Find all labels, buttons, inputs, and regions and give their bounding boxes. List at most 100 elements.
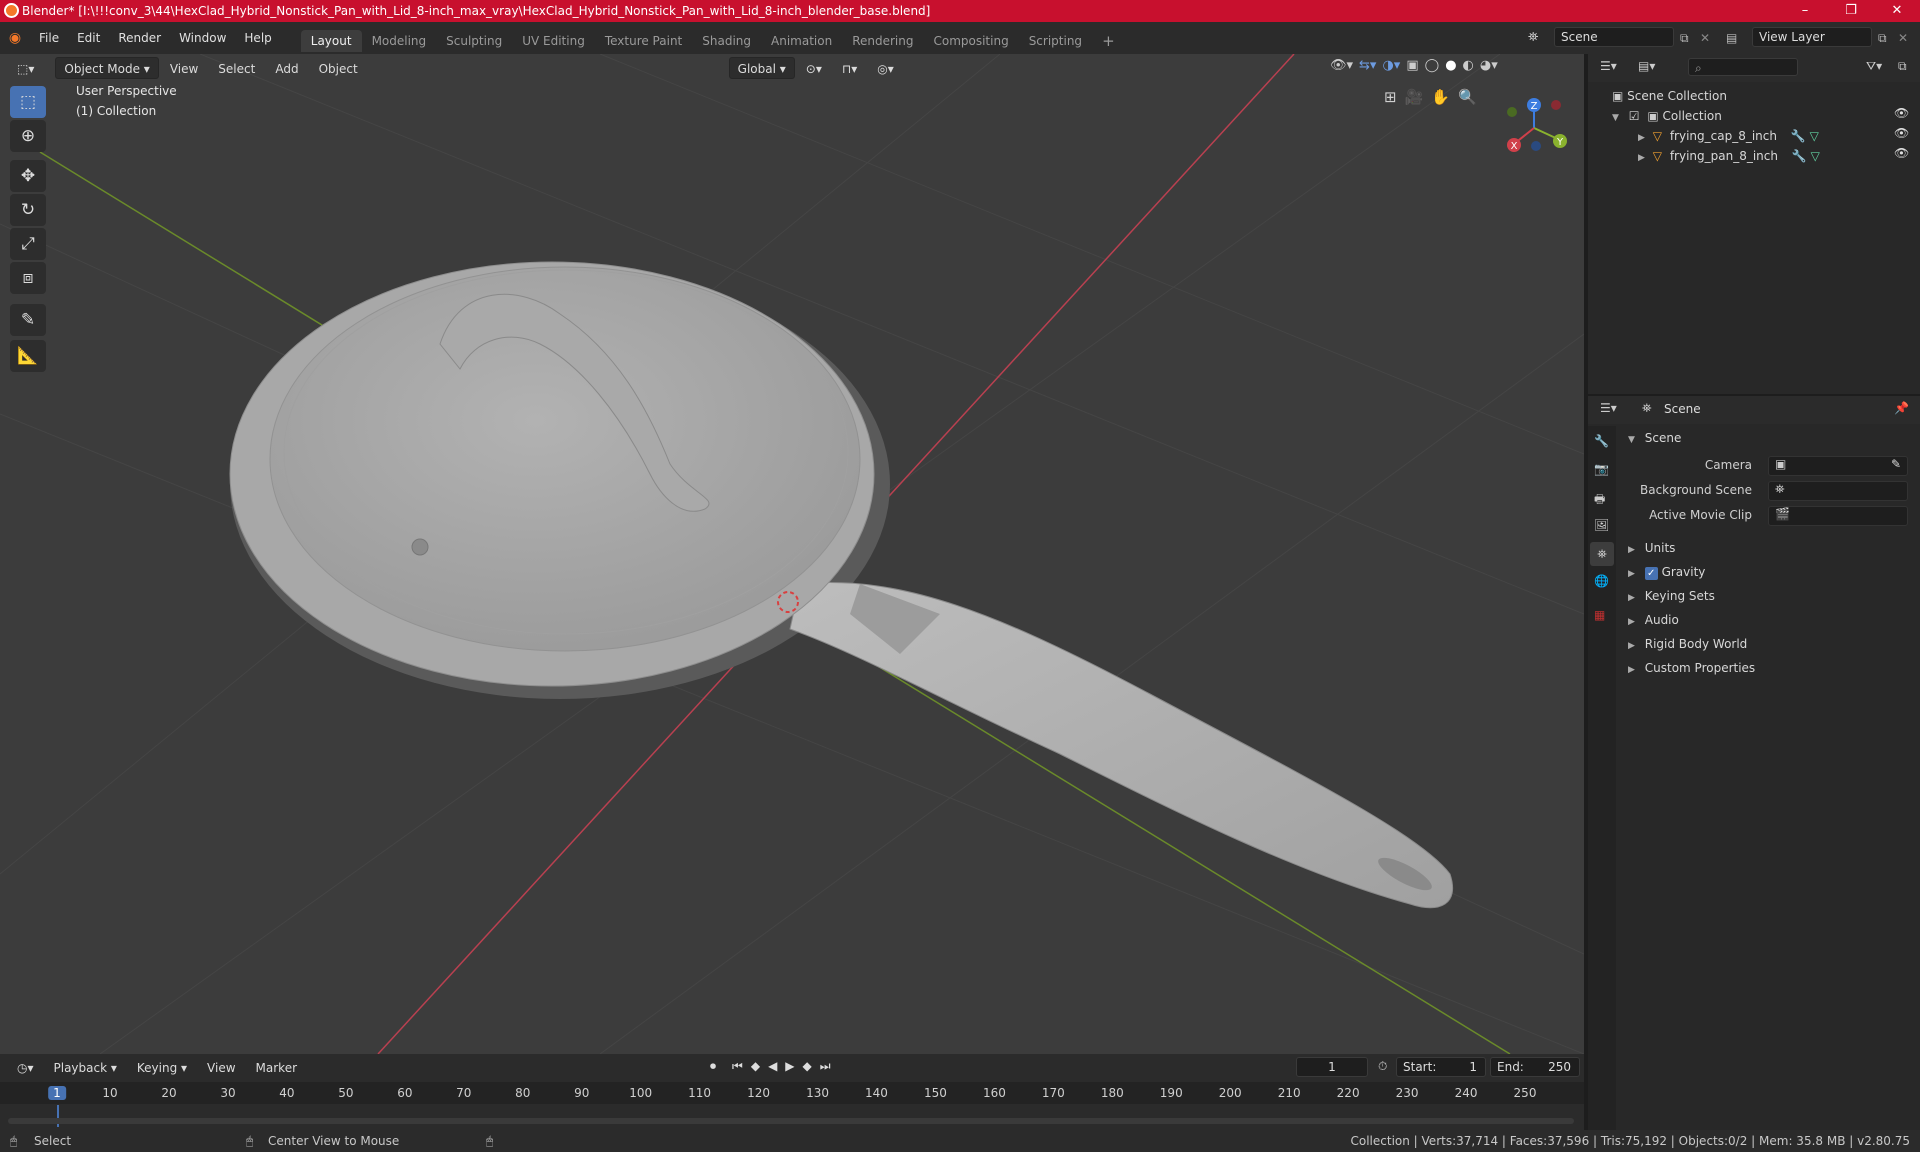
measure-tool[interactable]: 📐 xyxy=(10,340,46,372)
axis-gizmo[interactable]: Z Y X xyxy=(1498,92,1570,162)
scene-panel-header[interactable]: ▼ Scene xyxy=(1628,428,1681,448)
rendered-shading-icon[interactable]: ◕▾ xyxy=(1480,58,1498,80)
output-tab-icon[interactable]: 🖶 xyxy=(1594,490,1605,511)
wireframe-shading-icon[interactable]: ◯ xyxy=(1425,58,1440,80)
jump-start-button[interactable]: ⏮ xyxy=(732,1059,743,1074)
camera-view-icon[interactable]: 🎥 xyxy=(1405,88,1424,106)
proportional-edit-icon[interactable]: ◎▾ xyxy=(868,57,903,79)
transform-tool[interactable]: ⧈ xyxy=(10,262,46,294)
display-mode-icon[interactable]: ▤▾ xyxy=(1638,59,1655,73)
select-box-tool[interactable]: ⬚ xyxy=(10,86,46,118)
outliner-editor-type-icon[interactable]: ☰▾ xyxy=(1600,59,1617,73)
menu-window[interactable]: Window xyxy=(170,22,235,54)
menu-help[interactable]: Help xyxy=(235,22,280,54)
add-workspace-button[interactable]: + xyxy=(1092,30,1125,52)
new-view-layer-icon[interactable]: ⧉ xyxy=(1878,27,1887,49)
clock-icon[interactable]: ⏱ xyxy=(1378,1059,1387,1074)
xray-icon[interactable]: ▣ xyxy=(1406,58,1418,80)
editor-type-icon[interactable]: ⬚▾ xyxy=(8,57,43,79)
cursor-tool[interactable]: ⊕ xyxy=(10,120,46,152)
visibility-icon[interactable]: 👁▾ xyxy=(1330,58,1353,80)
jump-end-button[interactable]: ⏭ xyxy=(820,1059,831,1074)
menu-select[interactable]: Select xyxy=(209,57,264,79)
eyedropper-icon[interactable]: ✎ xyxy=(1891,457,1901,471)
units-panel[interactable]: ▶ Units xyxy=(1628,538,1675,558)
material-shading-icon[interactable]: ◐ xyxy=(1463,58,1474,80)
gravity-checkbox[interactable]: ✓ xyxy=(1644,567,1658,580)
mesh-data-icon[interactable]: ▽ xyxy=(1810,129,1819,143)
tab-sculpting[interactable]: Sculpting xyxy=(436,30,512,52)
menu-edit[interactable]: Edit xyxy=(68,22,109,54)
delete-scene-icon[interactable]: ✕ xyxy=(1700,27,1710,49)
minimize-button[interactable]: – xyxy=(1782,0,1828,22)
rigid-body-world-panel[interactable]: ▶ Rigid Body World xyxy=(1628,634,1747,654)
close-button[interactable]: ✕ xyxy=(1874,0,1920,22)
render-tab-icon[interactable]: 📷 xyxy=(1594,462,1609,476)
solid-shading-icon[interactable]: ● xyxy=(1445,58,1456,80)
gravity-panel[interactable]: ▶ ✓ Gravity xyxy=(1628,562,1705,582)
gizmo-toggle-icon[interactable]: ⇆▾ xyxy=(1359,58,1376,80)
collection-checkbox-icon[interactable]: ☑ xyxy=(1629,109,1640,123)
3d-viewport[interactable] xyxy=(0,54,1584,1054)
world-tab-icon[interactable]: 🌐 xyxy=(1594,574,1609,588)
timeline-view-menu[interactable]: View xyxy=(198,1056,244,1078)
prev-keyframe-button[interactable]: ◆ xyxy=(751,1059,760,1074)
filter-icon[interactable]: ⛛▾ xyxy=(1866,59,1882,74)
tab-texture-paint[interactable]: Texture Paint xyxy=(595,30,692,52)
scene-selector-icon[interactable]: ⛯ xyxy=(1528,27,1550,49)
tab-animation[interactable]: Animation xyxy=(761,30,842,52)
outliner-search-input[interactable]: ⌕ xyxy=(1688,58,1798,76)
custom-properties-panel[interactable]: ▶ Custom Properties xyxy=(1628,658,1755,678)
view-layer-field[interactable]: View Layer xyxy=(1752,27,1872,47)
tab-shading[interactable]: Shading xyxy=(692,30,761,52)
eye-icon[interactable]: 👁 xyxy=(1894,146,1909,160)
tool-tab-icon[interactable]: 🔧 xyxy=(1594,434,1609,448)
keying-sets-panel[interactable]: ▶ Keying Sets xyxy=(1628,586,1715,606)
tab-layout[interactable]: Layout xyxy=(300,30,362,52)
new-collection-icon[interactable]: ⧉ xyxy=(1898,59,1907,74)
pin-icon[interactable]: 📌 xyxy=(1894,401,1909,415)
modifier-icon[interactable]: 🔧 xyxy=(1791,129,1806,143)
properties-editor-type-icon[interactable]: ☰▾ xyxy=(1600,401,1617,415)
mesh-data-icon[interactable]: ▽ xyxy=(1811,149,1820,163)
view-layer-tab-icon[interactable]: 🖼 xyxy=(1594,518,1609,532)
tab-compositing[interactable]: Compositing xyxy=(923,30,1018,52)
texture-tab-icon[interactable]: ▦ xyxy=(1594,608,1605,622)
record-button[interactable]: ⏺ xyxy=(710,1059,716,1074)
scene-name-field[interactable]: Scene xyxy=(1554,27,1674,47)
tab-uv-editing[interactable]: UV Editing xyxy=(512,30,595,52)
playback-menu[interactable]: Playback ▾ xyxy=(45,1056,126,1078)
grid-view-icon[interactable]: ⊞ xyxy=(1384,88,1397,106)
eye-icon[interactable]: 👁 xyxy=(1894,126,1909,140)
menu-object[interactable]: Object xyxy=(310,57,367,79)
scale-tool[interactable]: ⤢ xyxy=(10,228,46,260)
object-mode-dropdown[interactable]: Object Mode ▾ xyxy=(55,57,159,79)
outliner-object-row[interactable]: ▶ ▽ frying_cap_8_inch 🔧 ▽ xyxy=(1638,126,1819,146)
modifier-icon[interactable]: 🔧 xyxy=(1792,149,1807,163)
overlay-toggle-icon[interactable]: ◑▾ xyxy=(1382,58,1400,80)
expand-arrow-icon[interactable]: ▶ xyxy=(1638,153,1645,163)
transform-orientation-dropdown[interactable]: Global ▾ xyxy=(728,57,795,79)
timeline-scrollbar[interactable] xyxy=(8,1118,1574,1124)
menu-view[interactable]: View xyxy=(161,57,207,79)
delete-view-layer-icon[interactable]: ✕ xyxy=(1898,27,1908,49)
play-reverse-button[interactable]: ◀ xyxy=(768,1059,777,1074)
end-frame-field[interactable]: End: 250 xyxy=(1490,1057,1580,1077)
tab-modeling[interactable]: Modeling xyxy=(362,30,437,52)
pivot-point-icon[interactable]: ⊙▾ xyxy=(797,57,831,79)
zoom-view-icon[interactable]: 🔍 xyxy=(1458,88,1477,106)
active-movie-clip-field[interactable]: 🎬 xyxy=(1768,506,1908,526)
expand-arrow-icon[interactable]: ▼ xyxy=(1612,113,1619,123)
scene-tab-icon[interactable]: ⛯ xyxy=(1590,542,1614,566)
maximize-button[interactable]: ❐ xyxy=(1828,0,1874,22)
keying-menu[interactable]: Keying ▾ xyxy=(128,1056,196,1078)
audio-panel[interactable]: ▶ Audio xyxy=(1628,610,1679,630)
move-tool[interactable]: ✥ xyxy=(10,160,46,192)
menu-add[interactable]: Add xyxy=(266,57,307,79)
outliner-scene-collection[interactable]: ▣ Scene Collection xyxy=(1612,86,1727,106)
outliner-collection[interactable]: ▼ ☑ ▣ Collection xyxy=(1612,106,1722,126)
pan-view-icon[interactable]: ✋ xyxy=(1431,88,1450,106)
tab-scripting[interactable]: Scripting xyxy=(1019,30,1092,52)
play-button[interactable]: ▶ xyxy=(785,1059,794,1074)
blender-menu-icon[interactable]: ◉ xyxy=(0,30,30,46)
